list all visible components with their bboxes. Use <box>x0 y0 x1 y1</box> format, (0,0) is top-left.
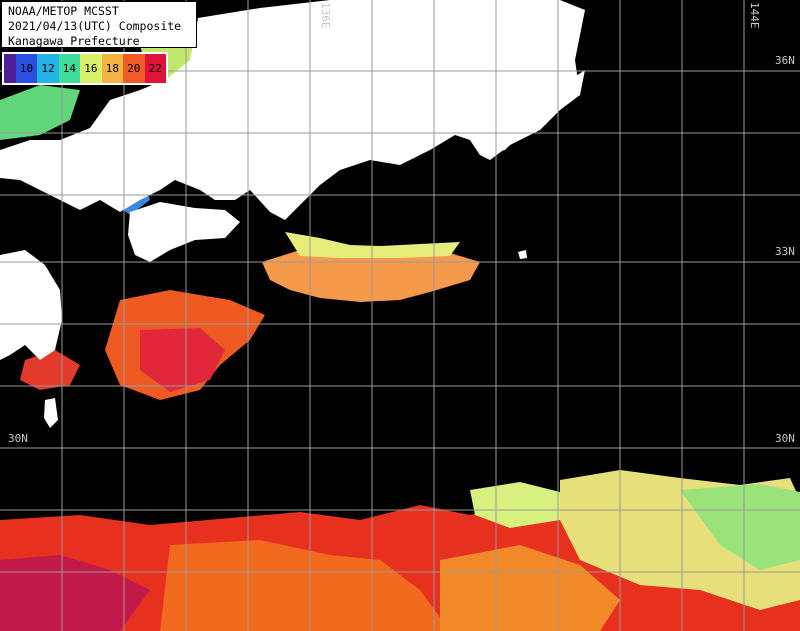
header-product: NOAA/METOP MCSST <box>8 4 119 18</box>
legend-swatch-16: 16 <box>80 54 102 83</box>
header-date: 2021/04/13(UTC) Composite <box>8 19 182 33</box>
legend-label: 14 <box>62 62 77 75</box>
label-lat-36n: 36N <box>775 54 795 67</box>
sst-patch-west-small <box>20 350 80 390</box>
legend-swatch-12: 12 <box>37 54 59 83</box>
land-tanegashima <box>44 398 58 428</box>
land-kyushu <box>0 250 62 360</box>
header-region: Kanagawa Prefecture <box>8 34 140 48</box>
label-lon-136e: 136E <box>319 2 332 29</box>
legend-label: 12 <box>41 62 55 75</box>
sst-patch-north-green <box>0 85 80 140</box>
label-lon-144e: 144E <box>748 2 761 29</box>
legend-label: 16 <box>84 62 98 75</box>
sst-map-canvas <box>0 0 800 631</box>
label-lat-30n-right: 30N <box>775 432 795 445</box>
label-lat-30n-left: 30N <box>8 432 28 445</box>
legend-label: 20 <box>127 62 141 75</box>
temperature-legend: 10 12 14 16 18 20 22 <box>2 52 168 85</box>
legend-swatch-18: 18 <box>101 54 124 83</box>
land-izu-island <box>518 250 527 259</box>
sst-map: NOAA/METOP MCSST 2021/04/13(UTC) Composi… <box>0 0 800 631</box>
legend-label: 10 <box>19 62 34 75</box>
legend-swatch-14: 14 <box>58 54 81 83</box>
land-shikoku <box>128 202 240 262</box>
legend-swatch-10: 10 <box>15 54 38 83</box>
legend-label: 22 <box>148 62 162 75</box>
legend-swatch-22: 22 <box>144 54 166 83</box>
legend-label: 18 <box>105 62 119 75</box>
label-lat-33n: 33N <box>775 245 795 258</box>
legend-swatch-20: 20 <box>123 54 145 83</box>
map-header: NOAA/METOP MCSST 2021/04/13(UTC) Composi… <box>1 1 197 48</box>
legend-swatch-below <box>4 54 16 83</box>
